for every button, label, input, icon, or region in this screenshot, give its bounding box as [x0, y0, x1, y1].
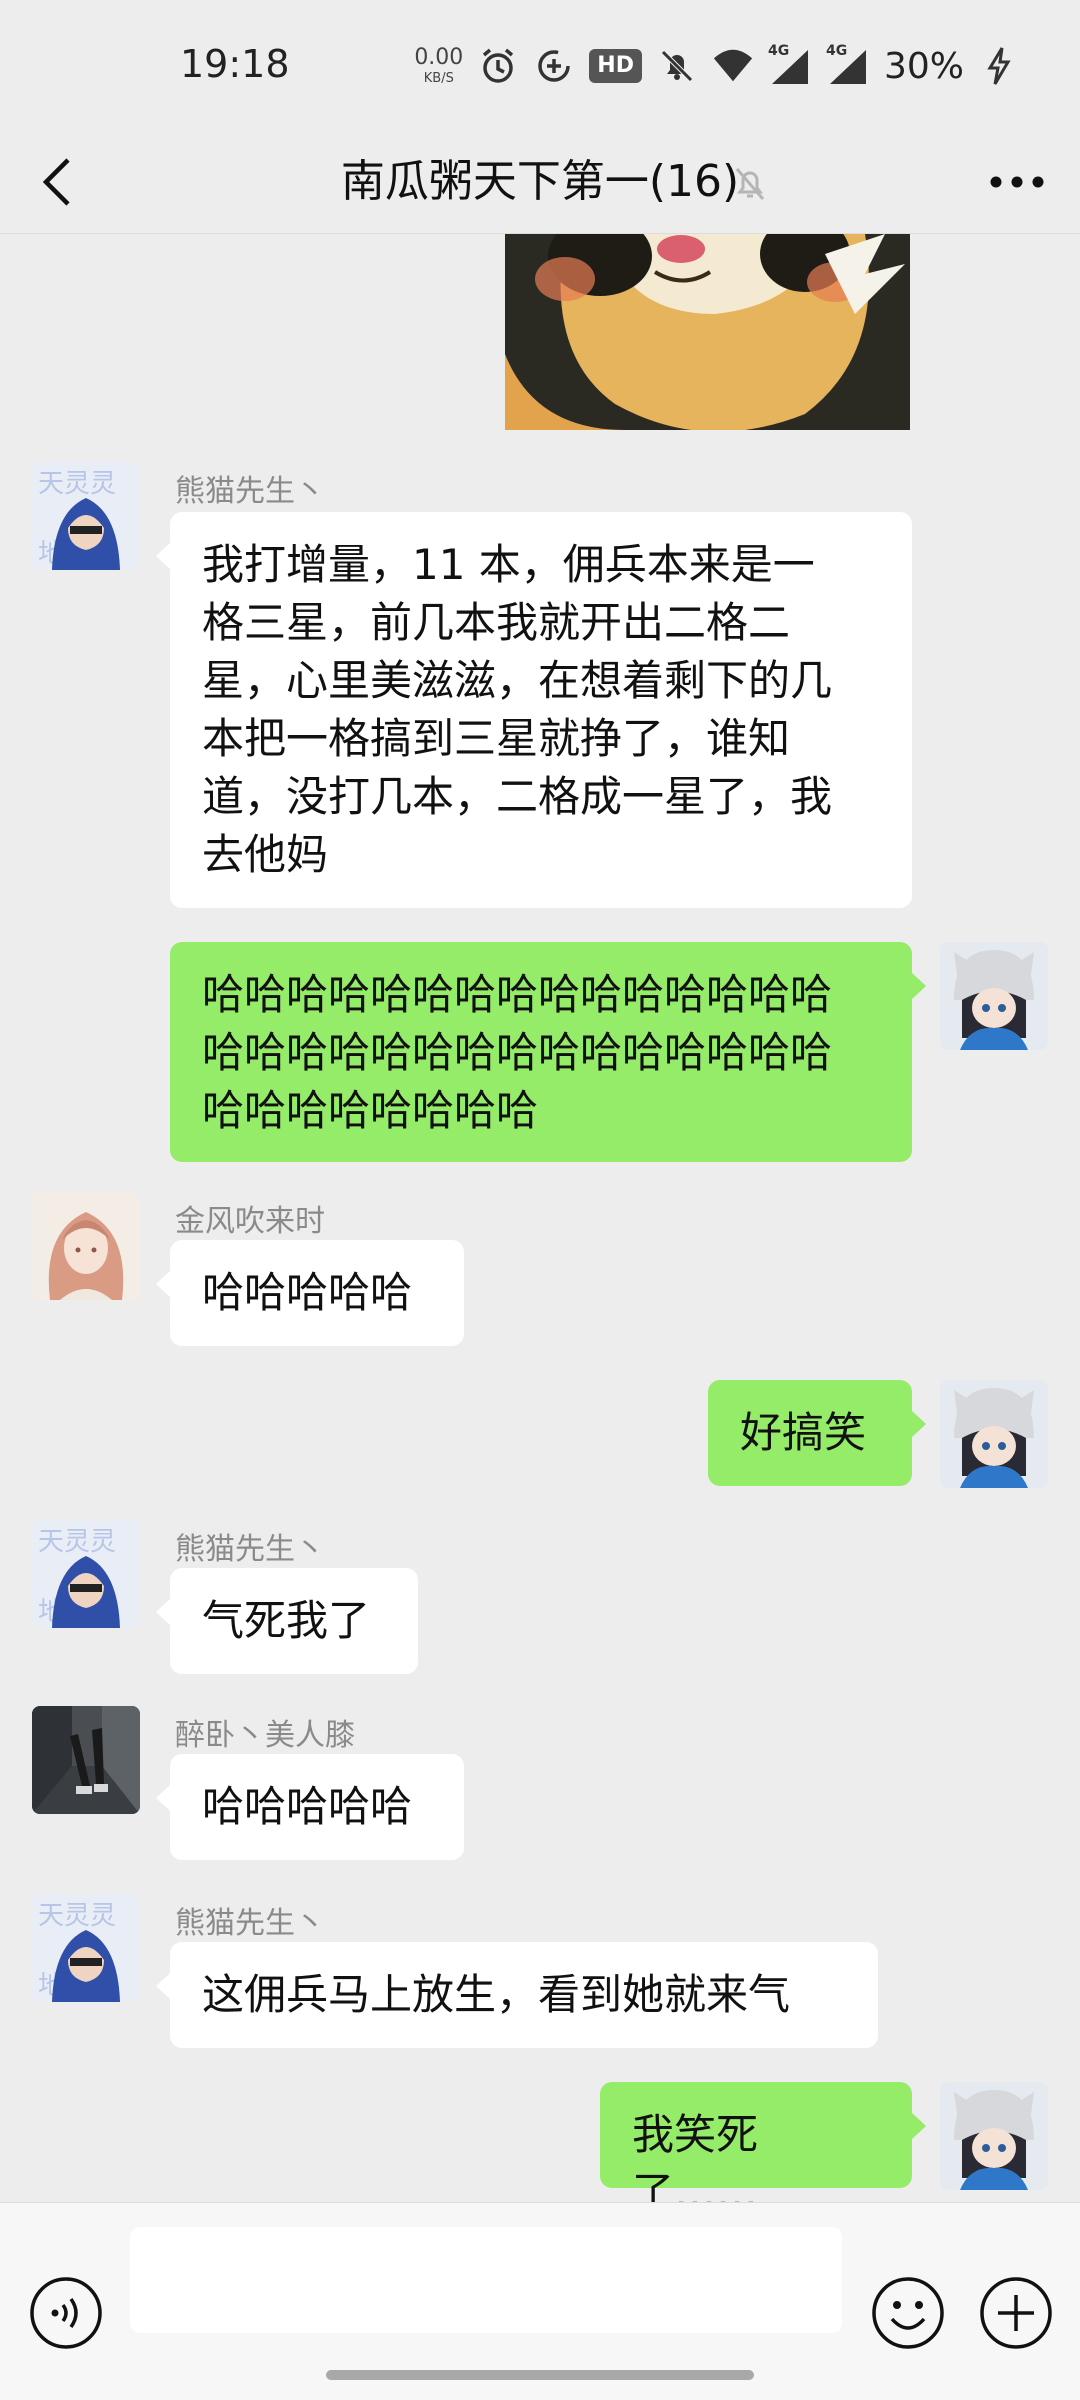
message-bubble-own[interactable]: 我笑死了……: [600, 2082, 926, 2217]
message-line: 哈哈哈哈哈哈哈哈: [202, 1086, 539, 1135]
svg-text:天灵灵: 天灵灵: [38, 469, 116, 499]
plus-icon: [980, 2277, 1052, 2349]
message-line: 我打增量，11 本，佣兵本来是一: [202, 540, 815, 589]
message-text: 哈哈哈哈哈: [202, 1268, 413, 1317]
message-bubble[interactable]: 哈哈哈哈哈: [156, 1754, 464, 1860]
chat-screen: 19:18 0.00 KB/S HD 4G 4G 30% 南瓜粥天下第一(16)…: [0, 0, 1080, 2400]
avatar-panda[interactable]: 天灵灵地灵灵: [32, 1894, 140, 2002]
sender-name: 金风吹来时: [175, 1204, 325, 1239]
status-bar: 19:18 0.00 KB/S HD 4G 4G 30%: [0, 0, 1080, 130]
avatar-zuiwo[interactable]: [32, 1706, 140, 1814]
chevron-left-icon: [42, 158, 70, 206]
message-bubble[interactable]: 这佣兵马上放生，看到她就来气: [156, 1942, 878, 2048]
message-bubble-own[interactable]: 好搞笑: [708, 1380, 926, 1486]
home-indicator[interactable]: [326, 2370, 754, 2380]
message-line: 道，没打几本，二格成一星了，我: [202, 772, 833, 821]
avatar-panda[interactable]: 天灵灵地灵灵: [32, 462, 140, 570]
status-time: 19:18: [180, 42, 290, 86]
sender-name: 熊猫先生丶: [175, 474, 325, 509]
voice-icon: [30, 2277, 102, 2349]
avatar-self[interactable]: [940, 942, 1048, 1050]
charging-icon: [978, 45, 1020, 87]
network-speed-unit: KB/S: [423, 71, 454, 86]
sender-name: 熊猫先生丶: [175, 1532, 325, 1567]
more-dots-icon: [990, 176, 1044, 188]
message-line: 格三星，前几本我就开出二格二: [202, 598, 791, 647]
message-bubble[interactable]: 气死我了: [156, 1568, 418, 1674]
emoji-button[interactable]: [870, 2275, 946, 2351]
hd-voice-badge: HD: [589, 49, 642, 83]
message-text: 哈哈哈哈哈: [202, 1782, 413, 1831]
signal-label-1: 4G: [767, 43, 790, 59]
chat-title: 南瓜粥天下第一(16): [340, 156, 740, 207]
avatar-self[interactable]: [940, 1380, 1048, 1488]
svg-text:天灵灵: 天灵灵: [38, 1901, 116, 1931]
message-line: 哈哈哈哈哈哈哈哈哈哈哈哈哈哈哈: [202, 1028, 833, 1077]
sender-name: 醉卧丶美人膝: [175, 1718, 355, 1753]
bell-off-icon: [730, 164, 770, 204]
message-line: 去他妈: [202, 830, 329, 879]
wifi-icon: [712, 45, 754, 87]
alarm-icon: [477, 45, 519, 87]
message-bubble[interactable]: 哈哈哈哈哈: [156, 1240, 464, 1346]
signal-icon-2: 4G: [825, 43, 870, 87]
message-input[interactable]: [130, 2227, 842, 2333]
signal-icon-1: 4G: [767, 43, 812, 87]
notification-off-icon: [656, 45, 698, 87]
svg-text:天灵灵: 天灵灵: [38, 1527, 116, 1557]
network-speed-value: 0.00: [414, 45, 464, 70]
avatar-jinfeng[interactable]: [32, 1192, 140, 1300]
message-bubble[interactable]: 我打增量，11 本，佣兵本来是一 格三星，前几本我就开出二格二 星，心里美滋滋，…: [156, 512, 912, 908]
sender-name: 熊猫先生丶: [175, 1906, 325, 1941]
message-text: 好搞笑: [740, 1408, 867, 1457]
avatar-self[interactable]: [940, 2082, 1048, 2190]
signal-label-2: 4G: [825, 43, 848, 59]
message-line: 星，心里美滋滋，在想着剩下的几: [202, 656, 833, 705]
message-line: 哈哈哈哈哈哈哈哈哈哈哈哈哈哈哈: [202, 970, 833, 1019]
battery-percentage: 30%: [883, 45, 964, 87]
more-functions-button[interactable]: [978, 2275, 1054, 2351]
status-icons: 0.00 KB/S HD 4G 4G 30%: [414, 36, 1020, 96]
data-saver-icon: [533, 45, 575, 87]
chat-header: 南瓜粥天下第一(16): [0, 130, 1080, 234]
sticker-image[interactable]: [505, 234, 910, 430]
message-bubble-own[interactable]: 哈哈哈哈哈哈哈哈哈哈哈哈哈哈哈 哈哈哈哈哈哈哈哈哈哈哈哈哈哈哈 哈哈哈哈哈哈哈哈: [170, 942, 926, 1162]
message-line: 本把一格搞到三星就挣了，谁知: [202, 714, 791, 763]
voice-input-button[interactable]: [28, 2275, 104, 2351]
message-text: 气死我了: [202, 1596, 371, 1645]
emoji-icon: [872, 2277, 944, 2349]
avatar-panda[interactable]: 天灵灵地灵灵: [32, 1520, 140, 1628]
back-button[interactable]: [28, 152, 88, 212]
message-text: 这佣兵马上放生，看到她就来气: [202, 1970, 791, 2019]
network-speed: 0.00 KB/S: [414, 45, 464, 86]
more-options-button[interactable]: [982, 152, 1052, 212]
